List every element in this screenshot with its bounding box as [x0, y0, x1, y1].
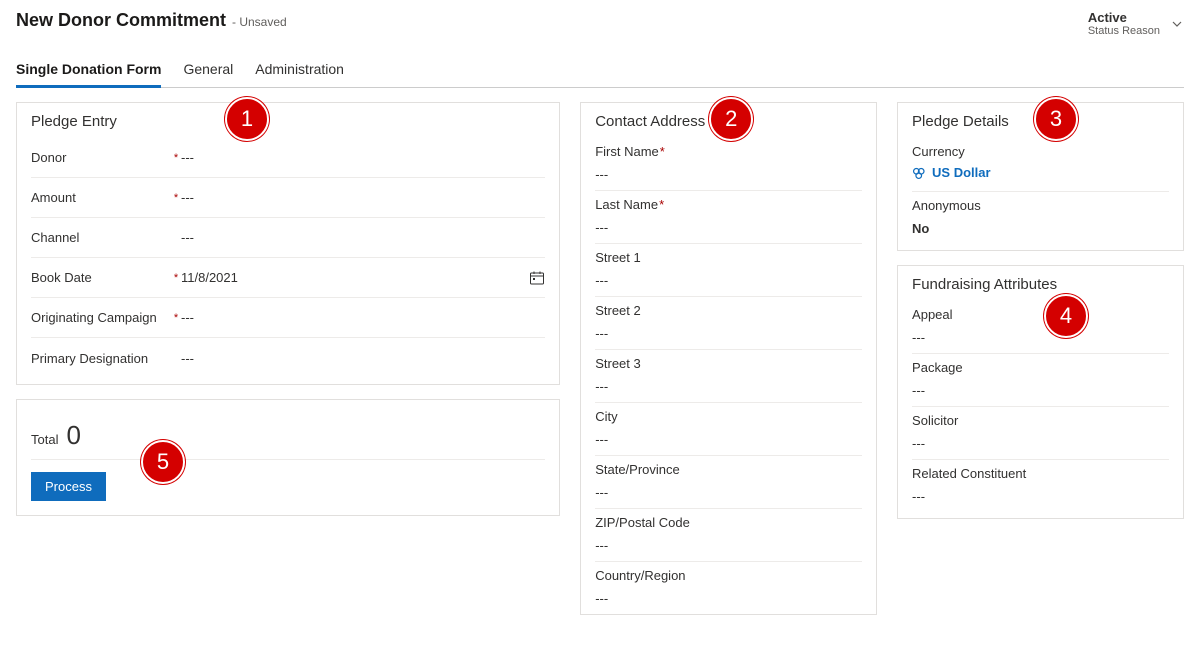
originating-campaign-field[interactable]: Originating Campaign * --- — [31, 298, 545, 338]
currency-value: US Dollar — [932, 165, 991, 180]
anonymous-label: Anonymous — [912, 198, 1169, 213]
solicitor-value: --- — [912, 436, 1169, 451]
annotation-badge-4: 4 — [1044, 294, 1088, 338]
required-icon: * — [171, 272, 181, 284]
street2-label: Street 2 — [595, 303, 862, 318]
donor-field[interactable]: Donor * --- — [31, 138, 545, 178]
zip-field[interactable]: ZIP/Postal Code --- — [595, 509, 862, 562]
city-label: City — [595, 409, 862, 424]
appeal-value: --- — [912, 330, 1169, 345]
state-label: State/Province — [595, 462, 862, 477]
first-name-field[interactable]: First Name* --- — [595, 138, 862, 191]
donor-label: Donor — [31, 150, 171, 165]
primary-designation-value: --- — [181, 351, 525, 366]
chevron-down-icon — [1170, 17, 1184, 31]
required-icon: * — [171, 192, 181, 204]
channel-field[interactable]: Channel --- — [31, 218, 545, 258]
related-constituent-field[interactable]: Related Constituent --- — [912, 460, 1169, 512]
unsaved-indicator: - Unsaved — [232, 15, 287, 29]
total-section: 5 Total 0 Process — [16, 399, 560, 516]
amount-field[interactable]: Amount * --- — [31, 178, 545, 218]
tab-administration[interactable]: Administration — [255, 53, 344, 87]
total-value: 0 — [66, 420, 80, 451]
city-value: --- — [595, 432, 862, 447]
calendar-icon[interactable] — [525, 270, 545, 286]
street2-value: --- — [595, 326, 862, 341]
originating-campaign-value: --- — [181, 310, 525, 325]
pledge-entry-section: 1 Pledge Entry Donor * --- Amount * --- … — [16, 102, 560, 385]
book-date-field[interactable]: Book Date * 11/8/2021 — [31, 258, 545, 298]
related-constituent-label: Related Constituent — [912, 466, 1169, 481]
last-name-value: --- — [595, 220, 862, 235]
process-button[interactable]: Process — [31, 472, 106, 501]
annotation-badge-5: 5 — [141, 440, 185, 484]
contact-address-section: 2 Contact Address First Name* --- Last N… — [580, 102, 877, 615]
last-name-label: Last Name — [595, 197, 658, 212]
pledge-details-section: 3 Pledge Details Currency US Dollar Anon… — [897, 102, 1184, 251]
city-field[interactable]: City --- — [595, 403, 862, 456]
street1-value: --- — [595, 273, 862, 288]
total-label: Total — [31, 432, 58, 447]
state-field[interactable]: State/Province --- — [595, 456, 862, 509]
page-title: New Donor Commitment — [16, 10, 226, 31]
currency-field[interactable]: Currency US Dollar — [912, 138, 1169, 192]
street3-field[interactable]: Street 3 --- — [595, 350, 862, 403]
first-name-value: --- — [595, 167, 862, 182]
form-tabs: Single Donation Form General Administrat… — [16, 53, 1184, 88]
appeal-field[interactable]: Appeal --- — [912, 301, 1169, 354]
first-name-label: First Name — [595, 144, 659, 159]
amount-label: Amount — [31, 190, 171, 205]
amount-value: --- — [181, 190, 525, 205]
currency-icon — [912, 166, 926, 180]
country-field[interactable]: Country/Region --- — [595, 562, 862, 614]
status-reason-dropdown[interactable]: Active Status Reason — [1088, 10, 1184, 37]
anonymous-value: No — [912, 221, 1169, 236]
channel-value: --- — [181, 230, 525, 245]
currency-label: Currency — [912, 144, 1169, 159]
required-icon: * — [660, 144, 665, 159]
street2-field[interactable]: Street 2 --- — [595, 297, 862, 350]
zip-value: --- — [595, 538, 862, 553]
fundraising-attributes-section: 4 Fundraising Attributes Appeal --- Pack… — [897, 265, 1184, 519]
page-header: New Donor Commitment - Unsaved Active St… — [16, 8, 1184, 43]
street3-label: Street 3 — [595, 356, 862, 371]
annotation-badge-1: 1 — [225, 97, 269, 141]
pledge-entry-title: Pledge Entry — [31, 113, 545, 130]
related-constituent-value: --- — [912, 489, 1169, 504]
required-icon: * — [171, 312, 181, 324]
tab-single-donation-form[interactable]: Single Donation Form — [16, 53, 161, 87]
status-label: Status Reason — [1088, 25, 1160, 37]
annotation-badge-2: 2 — [709, 97, 753, 141]
package-label: Package — [912, 360, 1169, 375]
appeal-label: Appeal — [912, 307, 1169, 322]
country-label: Country/Region — [595, 568, 862, 583]
fundraising-attributes-title: Fundraising Attributes — [912, 276, 1169, 293]
solicitor-label: Solicitor — [912, 413, 1169, 428]
zip-label: ZIP/Postal Code — [595, 515, 862, 530]
currency-link[interactable]: US Dollar — [912, 165, 991, 180]
status-value: Active — [1088, 10, 1160, 25]
package-value: --- — [912, 383, 1169, 398]
donor-value: --- — [181, 150, 525, 165]
street3-value: --- — [595, 379, 862, 394]
street1-field[interactable]: Street 1 --- — [595, 244, 862, 297]
originating-campaign-label: Originating Campaign — [31, 310, 171, 325]
annotation-badge-3: 3 — [1034, 97, 1078, 141]
street1-label: Street 1 — [595, 250, 862, 265]
book-date-value: 11/8/2021 — [181, 270, 525, 285]
channel-label: Channel — [31, 230, 171, 245]
primary-designation-field[interactable]: Primary Designation --- — [31, 338, 545, 378]
book-date-label: Book Date — [31, 270, 171, 285]
last-name-field[interactable]: Last Name* --- — [595, 191, 862, 244]
solicitor-field[interactable]: Solicitor --- — [912, 407, 1169, 460]
country-value: --- — [595, 591, 862, 606]
anonymous-field[interactable]: Anonymous No — [912, 192, 1169, 244]
required-icon: * — [659, 197, 664, 212]
package-field[interactable]: Package --- — [912, 354, 1169, 407]
required-icon: * — [171, 152, 181, 164]
state-value: --- — [595, 485, 862, 500]
tab-general[interactable]: General — [183, 53, 233, 87]
primary-designation-label: Primary Designation — [31, 351, 171, 366]
